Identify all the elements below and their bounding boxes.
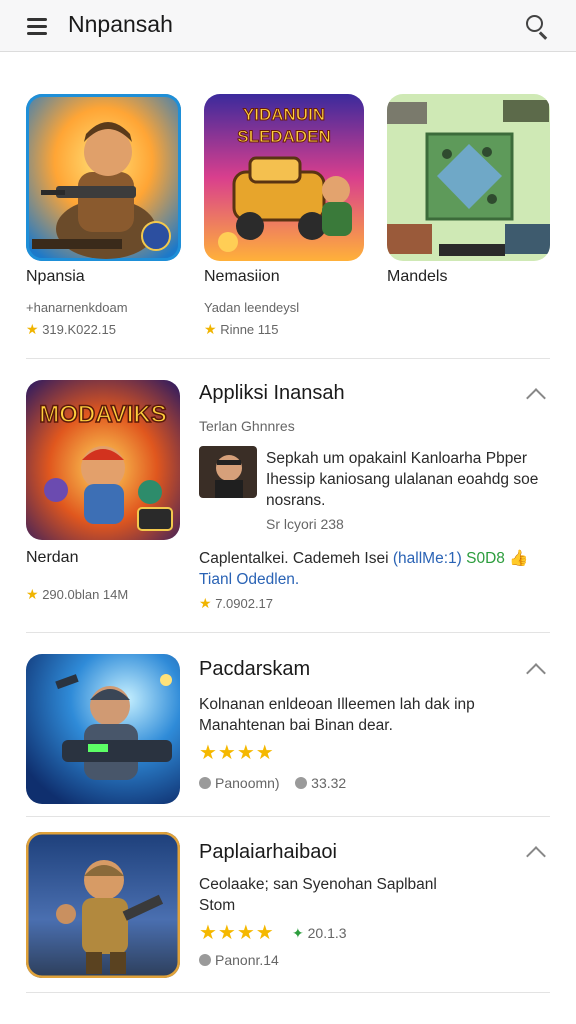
game-title[interactable]: Npansia [26, 268, 85, 286]
detail-text-a: Caplentalkei. Cademeh Isei [199, 550, 389, 567]
detail-text: Caplentalkei. Cademeh Isei (hallMe:1) S0… [199, 548, 554, 590]
app-title: Nnpansah [68, 11, 173, 37]
game-tile-gunner[interactable] [26, 654, 180, 804]
meta-a: Panoomn) [215, 775, 280, 791]
thumb-icon [295, 777, 308, 789]
detail-score: S0D8 [466, 550, 505, 567]
rating-value: Rinne 115 [220, 322, 279, 337]
card-description: Sepkah um opakainl Kanloarha Pbper Ihess… [266, 450, 539, 509]
section-title[interactable]: Appliksi Inansah [199, 382, 345, 405]
collapse-chevron-icon[interactable] [524, 843, 548, 861]
game-rating: ★ 319.K022.15 [26, 321, 116, 338]
rating-value: 290.0blan 14M [42, 587, 129, 602]
svg-text:MODAVIKS: MODAVIKS [39, 401, 167, 428]
section-meta: Panoomn) 33.32 [199, 775, 346, 791]
download-icon [199, 777, 211, 789]
divider [26, 632, 550, 633]
rating-value: 7.0902.17 [215, 596, 274, 611]
svg-text:SLEDADEN: SLEDADEN [237, 127, 331, 146]
game-subtitle: +hanarnenkdoam [26, 300, 128, 315]
star-rating: ★★★★ [199, 922, 275, 944]
divider [26, 816, 550, 817]
download-icon [199, 954, 211, 966]
divider [26, 992, 550, 993]
top-app-bar: Nnpansah [0, 0, 576, 52]
collapse-chevron-icon[interactable] [524, 385, 548, 403]
hamburger-menu-icon[interactable] [22, 12, 52, 40]
game-title[interactable]: Nerdan [26, 549, 78, 567]
leaf-icon: ✦ [292, 925, 304, 941]
game-subtitle: Yadan leendeysl [204, 300, 300, 315]
star-icon: ★ [199, 595, 212, 611]
section-rating: ★ 7.0902.17 [199, 595, 273, 612]
rating-value: 319.K022.15 [42, 322, 116, 337]
section-meta: Panonr.14 [199, 952, 279, 968]
game-tile-brawler[interactable]: MODAVIKS [26, 380, 180, 540]
star-icon: ★ [26, 586, 39, 602]
section-description: Kolnanan enldeoan Illeemen lah dak inp M… [199, 696, 475, 734]
section-title[interactable]: Pacdarskam [199, 658, 310, 681]
search-icon[interactable] [522, 11, 552, 41]
game-tile-soldier[interactable] [26, 94, 181, 261]
svg-text:YIDANUIN: YIDANUIN [243, 105, 325, 124]
meta-b: 33.32 [311, 775, 347, 791]
collapse-chevron-icon[interactable] [524, 660, 548, 678]
game-rating: ★ 290.0blan 14M [26, 586, 128, 603]
card-meta: Sr lcyori 238 [266, 516, 344, 532]
game-tile-map[interactable] [387, 94, 550, 261]
star-rating: ★★★★ [199, 742, 275, 764]
section-subtitle: Terlan Ghnnres [199, 418, 295, 434]
section-description: Ceolaake; san Syenohan Saplbanl Stom [199, 876, 437, 914]
game-rating: ★ Rinne 115 [204, 321, 279, 338]
video-thumbnail[interactable] [199, 446, 257, 498]
score-value: 20.1.3 [307, 925, 347, 941]
star-icon: ★ [26, 321, 39, 337]
divider [26, 358, 550, 359]
detail-link[interactable]: (hallMe:1) [393, 550, 462, 567]
detail-link-b[interactable]: Tianl Odedlen. [199, 571, 299, 588]
thumbs-up-icon[interactable]: 👍 [509, 550, 528, 567]
game-title[interactable]: Mandels [387, 268, 447, 286]
star-icon: ★ [204, 321, 217, 337]
game-tile-racer[interactable]: YIDANUIN SLEDADEN [204, 94, 364, 261]
section-title[interactable]: Paplaiarhaibaoi [199, 841, 337, 864]
game-tile-commando[interactable] [26, 832, 180, 978]
game-title[interactable]: Nemasiion [204, 268, 280, 286]
meta-value: Panonr.14 [215, 952, 279, 968]
section-score: ✦ 20.1.3 [292, 925, 347, 942]
